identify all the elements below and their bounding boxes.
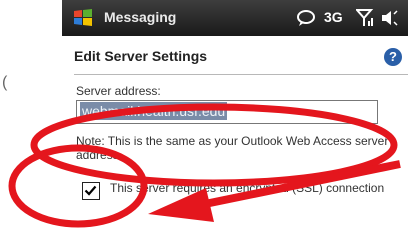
windows-start-icon[interactable] (72, 7, 94, 29)
settings-panel: Edit Server Settings ? Server address: w… (62, 36, 408, 246)
signal-icon[interactable] (356, 8, 374, 28)
help-icon[interactable]: ? (384, 48, 402, 66)
network-type-label: 3G (324, 9, 343, 25)
page-title: Edit Server Settings (74, 48, 208, 64)
server-address-note: Note: This is the same as your Outlook W… (76, 134, 389, 162)
header-divider (74, 74, 408, 75)
app-title: Messaging (104, 9, 177, 25)
checkmark-icon (84, 185, 97, 196)
server-address-label: Server address: (76, 84, 161, 98)
title-bar: Messaging 3G (62, 0, 408, 36)
server-address-value: webmail.health.usf.edu (80, 102, 228, 120)
stray-character: ( (2, 74, 8, 91)
volume-icon[interactable] (380, 8, 398, 28)
server-address-input[interactable]: webmail.health.usf.edu (76, 100, 378, 124)
ssl-checkbox-label[interactable]: This server requires an encrypted (SSL) … (110, 181, 392, 196)
ssl-checkbox[interactable] (82, 182, 100, 200)
message-icon[interactable] (296, 8, 316, 28)
